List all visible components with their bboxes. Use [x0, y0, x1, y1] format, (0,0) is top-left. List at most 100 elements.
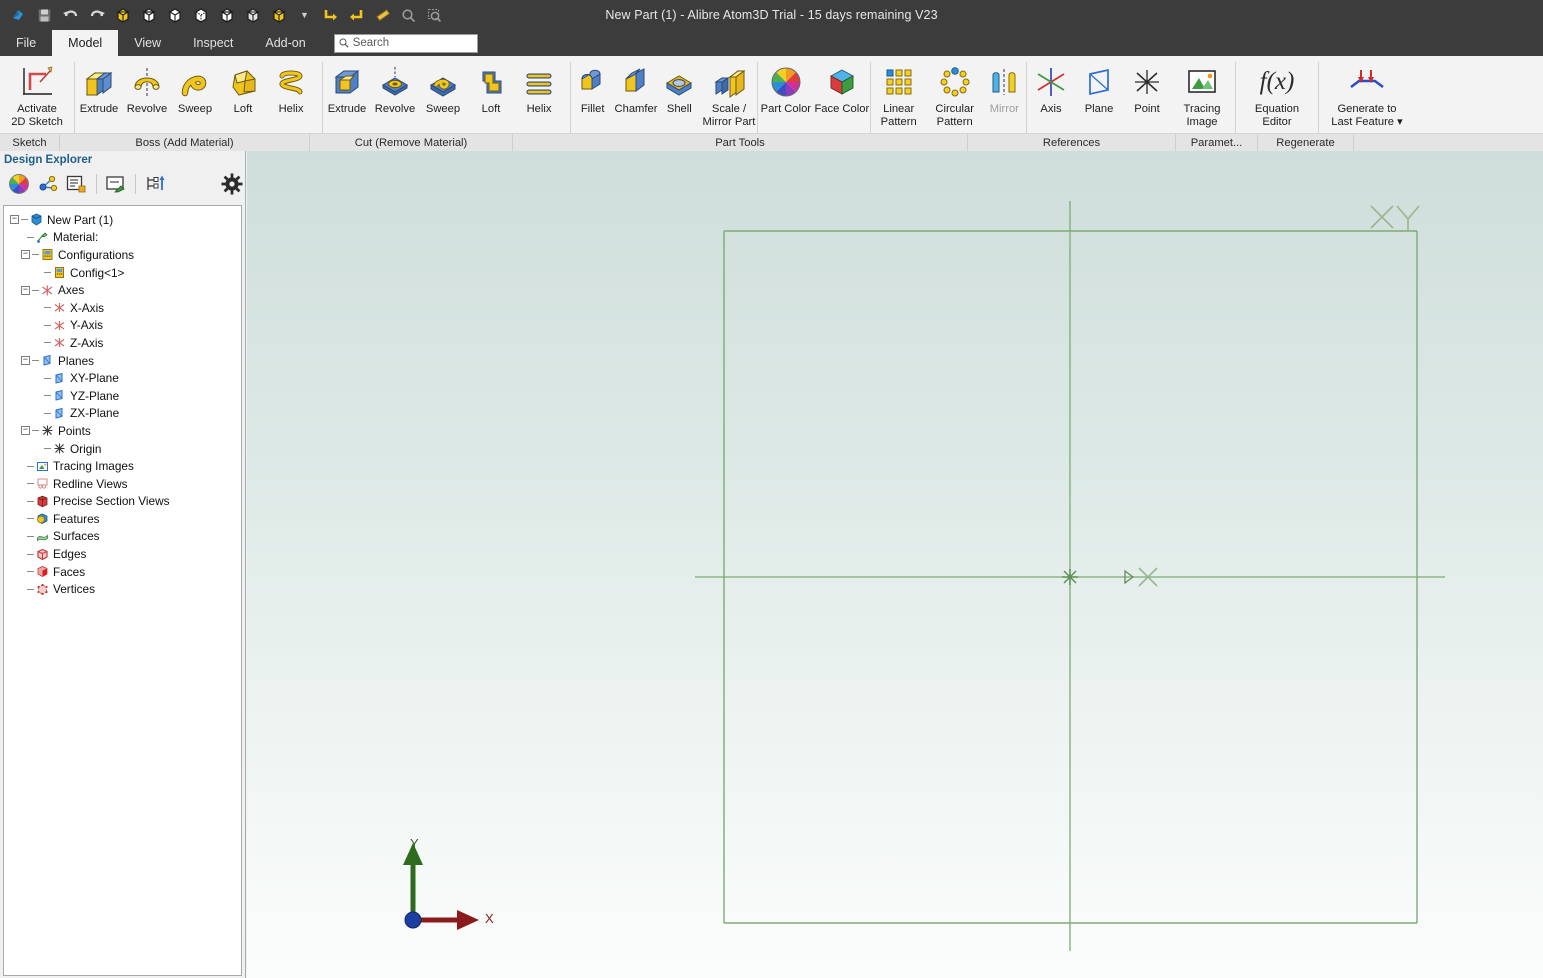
alibre-logo-icon[interactable]	[6, 3, 31, 28]
tree-item-features[interactable]: Features	[4, 510, 241, 528]
tab-model[interactable]: Model	[52, 30, 119, 56]
face-color-button[interactable]: Face Color	[814, 56, 870, 116]
cut-loft-button[interactable]: Loft	[467, 56, 515, 116]
tab-file[interactable]: File	[0, 30, 52, 56]
section-label-references: References	[968, 134, 1176, 152]
tree-item-x-axis[interactable]: X-Axis	[4, 299, 241, 317]
rotate-right-icon[interactable]	[344, 3, 369, 28]
part-color-button[interactable]: Part Color	[758, 56, 814, 116]
boss-helix-icon	[273, 62, 309, 102]
tracing-image-button[interactable]: Tracing Image	[1171, 56, 1233, 128]
boss-revolve-button[interactable]: Revolve	[123, 56, 171, 116]
tree-item-zx-plane[interactable]: ZX-Plane	[4, 405, 241, 423]
circular-pattern-button[interactable]: Circular Pattern	[927, 56, 983, 128]
tree-toggle[interactable]: −	[10, 215, 19, 225]
tree-item-precise-section-views[interactable]: Precise Section Views	[4, 493, 241, 511]
part-color-tool-icon[interactable]	[6, 171, 33, 197]
search-input[interactable]	[352, 37, 473, 49]
mirror-label: Mirror	[989, 103, 1019, 115]
cut-revolve-button[interactable]: Revolve	[371, 56, 419, 116]
view-wireframe-icon[interactable]	[162, 3, 187, 28]
tree-item-yz-plane[interactable]: YZ-Plane	[4, 387, 241, 405]
zoom-window-icon[interactable]	[422, 3, 447, 28]
tree-item-axes[interactable]: − Axes	[4, 281, 241, 299]
tree-item-new-part[interactable]: − New Part (1)	[4, 211, 241, 229]
chamfer-button[interactable]: Chamfer	[614, 56, 657, 116]
plane-item-icon	[51, 372, 67, 385]
linear-pattern-button[interactable]: Linear Pattern	[871, 56, 927, 128]
tree-toggle[interactable]: −	[21, 426, 30, 436]
boss-helix-button[interactable]: Helix	[267, 56, 315, 116]
tree-item-z-axis[interactable]: Z-Axis	[4, 334, 241, 352]
plane-item-icon	[51, 389, 67, 402]
measure-icon[interactable]	[370, 3, 395, 28]
tab-inspect[interactable]: Inspect	[177, 30, 249, 56]
chevron-down-icon[interactable]: ▼	[292, 3, 317, 28]
equation-editor-button[interactable]: f(x) Equation Editor	[1236, 56, 1318, 128]
save-icon[interactable]	[32, 3, 57, 28]
activate-2d-sketch-button[interactable]: Activate 2D Sketch	[0, 56, 74, 128]
zoom-icon[interactable]	[396, 3, 421, 28]
tree-item-surfaces[interactable]: Surfaces	[4, 528, 241, 546]
node-graph-tool-icon[interactable]	[35, 171, 62, 197]
rotate-left-icon[interactable]	[318, 3, 343, 28]
tree-item-xy-plane[interactable]: XY-Plane	[4, 369, 241, 387]
design-explorer-tree[interactable]: − New Part (1) Material: − Configuration…	[3, 205, 242, 976]
view-transparent-icon[interactable]	[240, 3, 265, 28]
search-box[interactable]	[333, 33, 478, 53]
tab-view[interactable]: View	[118, 30, 177, 56]
tree-toggle[interactable]: −	[21, 250, 30, 260]
boss-sweep-button[interactable]: Sweep	[171, 56, 219, 116]
sketch-canvas[interactable]: Y X	[247, 151, 1543, 978]
settings-gear-icon[interactable]	[218, 171, 245, 197]
boss-extrude-button[interactable]: Extrude	[75, 56, 123, 116]
shell-button[interactable]: Shell	[658, 56, 701, 116]
view-hidden-line-removed-icon[interactable]	[214, 3, 239, 28]
model-viewport[interactable]: Y X	[247, 151, 1543, 978]
section-label-sketch: Sketch	[0, 134, 60, 152]
rename-tool-icon[interactable]	[103, 171, 130, 197]
tab-addon[interactable]: Add-on	[249, 30, 321, 56]
view-realistic-icon[interactable]	[266, 3, 291, 28]
tree-item-config1[interactable]: Config<1>	[4, 264, 241, 282]
undo-icon[interactable]	[58, 3, 83, 28]
tree-item-y-axis[interactable]: Y-Axis	[4, 317, 241, 335]
tree-item-edges[interactable]: Edges	[4, 545, 241, 563]
view-shaded-icon[interactable]	[110, 3, 135, 28]
plane-button[interactable]: Plane	[1075, 56, 1123, 116]
view-shaded-edges-icon[interactable]	[136, 3, 161, 28]
tree-item-tracing-images[interactable]: Tracing Images	[4, 457, 241, 475]
tree-item-planes[interactable]: − Planes	[4, 352, 241, 370]
tree-connector	[44, 412, 51, 414]
properties-tool-icon[interactable]	[63, 171, 90, 197]
tree-connector	[44, 448, 51, 450]
toolbar-separator	[135, 173, 136, 194]
scale-mirror-part-button[interactable]: Scale / Mirror Part	[701, 56, 757, 128]
fillet-icon	[575, 62, 611, 102]
tree-item-material[interactable]: Material:	[4, 229, 241, 247]
redo-icon[interactable]	[84, 3, 109, 28]
tree-toggle[interactable]: −	[21, 356, 30, 366]
material-icon	[34, 231, 50, 244]
tree-item-vertices[interactable]: Vertices	[4, 580, 241, 598]
tree-item-redline-views[interactable]: Redline Views	[4, 475, 241, 493]
tree-toggle[interactable]: −	[21, 285, 30, 295]
generate-to-last-feature-button[interactable]: Generate to Last Feature ▾	[1319, 56, 1415, 128]
tree-item-points[interactable]: − Points	[4, 422, 241, 440]
reorder-tree-tool-icon[interactable]	[142, 171, 169, 197]
surfaces-icon	[34, 530, 50, 543]
tree-item-configurations[interactable]: − Configurations	[4, 246, 241, 264]
cut-helix-button[interactable]: Helix	[515, 56, 563, 116]
point-button[interactable]: Point	[1123, 56, 1171, 116]
tree-item-faces[interactable]: Faces	[4, 563, 241, 581]
boss-loft-button[interactable]: Loft	[219, 56, 267, 116]
cut-extrude-button[interactable]: Extrude	[323, 56, 371, 116]
tree-connector	[27, 500, 34, 502]
cut-sweep-button[interactable]: Sweep	[419, 56, 467, 116]
mirror-button[interactable]: Mirror	[983, 56, 1026, 116]
tree-item-label: Redline Views	[53, 476, 128, 491]
fillet-button[interactable]: Fillet	[571, 56, 614, 116]
axis-button[interactable]: Axis	[1027, 56, 1075, 116]
tree-item-origin[interactable]: Origin	[4, 440, 241, 458]
view-hidden-line-icon[interactable]	[188, 3, 213, 28]
